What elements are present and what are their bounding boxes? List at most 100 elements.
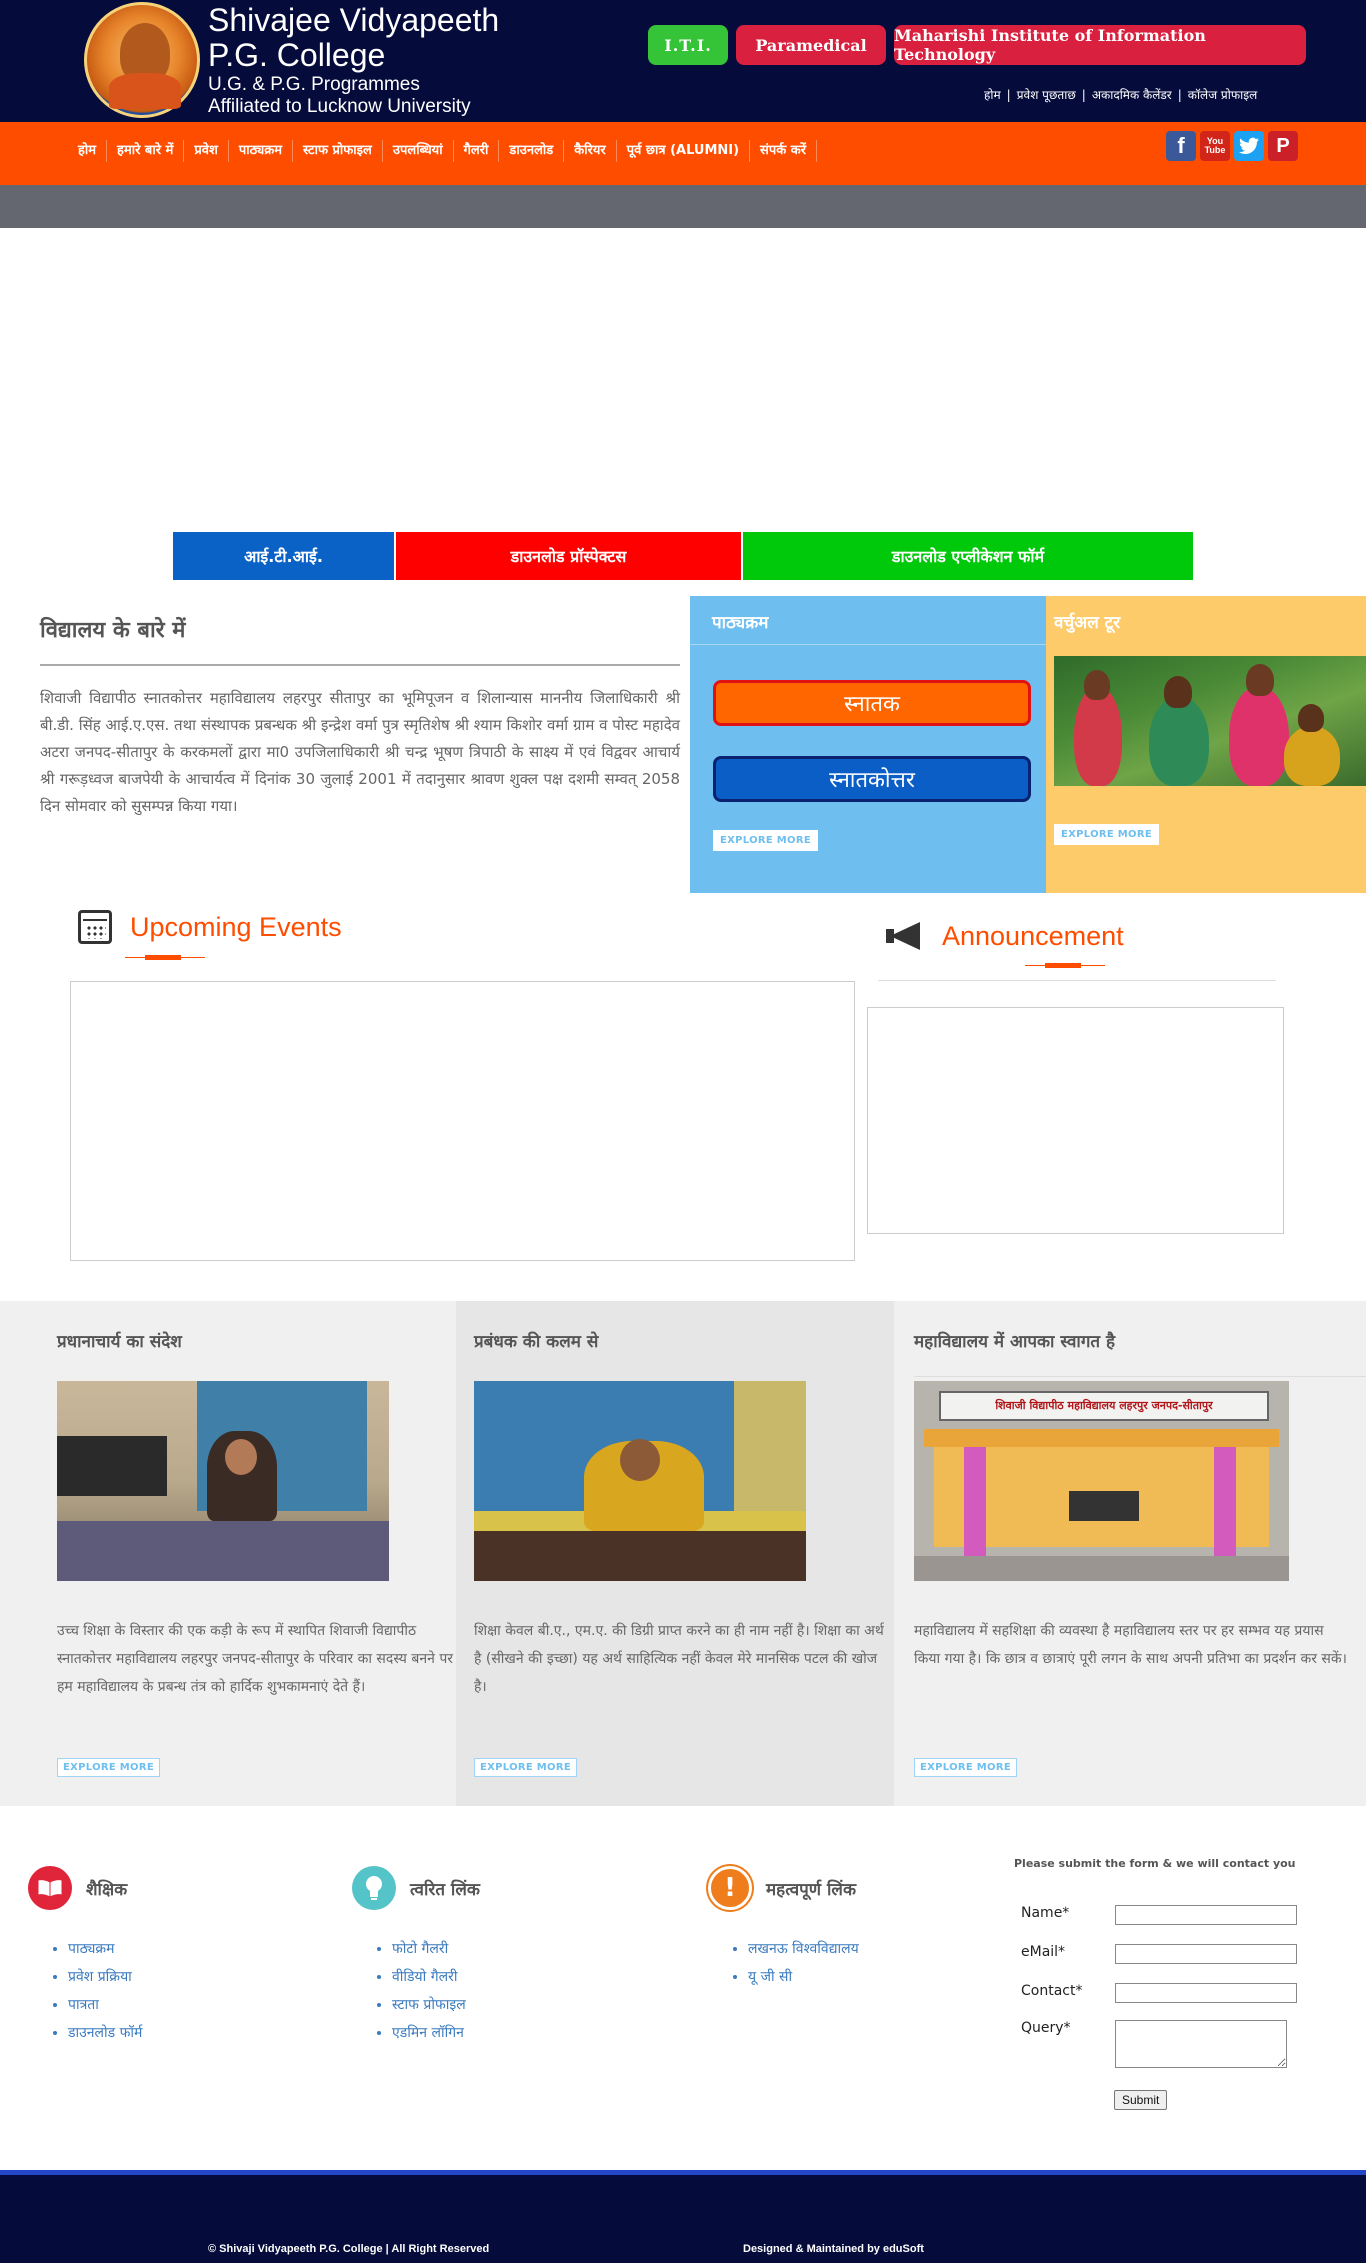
query-label: Query*	[1021, 2020, 1071, 2036]
important-links-title: महत्वपूर्ण लिंक	[766, 1879, 857, 1900]
footer-link-courses[interactable]: पाठ्यक्रम	[68, 1941, 115, 1957]
principal-explore-button[interactable]: EXPLORE MORE	[57, 1758, 160, 1777]
footer-link-ugc[interactable]: यू जी सी	[748, 1969, 792, 1985]
logo-line-4: Affiliated to Lucknow University	[208, 96, 471, 117]
logo-line-2: P.G. College	[208, 37, 386, 73]
iti-quick-button[interactable]: आई.टी.आई.	[173, 532, 394, 580]
college-seal-logo	[84, 2, 200, 118]
nav-item-staff-profile[interactable]: स्टाफ प्रोफाइल	[293, 140, 383, 162]
manager-message-title: प्रबंधक की कलम से	[474, 1332, 599, 1352]
name-field[interactable]	[1115, 1905, 1297, 1925]
nav-item-home[interactable]: होम	[68, 140, 108, 162]
building-sign: शिवाजी विद्यापीठ महाविद्यालय लहरपुर जनपद…	[939, 1391, 1269, 1421]
nav-item-admission[interactable]: प्रवेश	[184, 140, 229, 162]
announcement-box	[867, 1007, 1284, 1234]
pinterest-icon[interactable]: P	[1268, 131, 1298, 161]
exclamation-icon: !	[708, 1866, 752, 1910]
courses-title: पाठ्यक्रम	[690, 596, 1046, 645]
title-underline	[125, 955, 205, 960]
nav-item-contact[interactable]: संपर्क करें	[750, 140, 818, 162]
academic-links: शैक्षिक पाठ्यक्रम प्रवेश प्रक्रिया पात्र…	[28, 1866, 142, 2047]
footer-link-admin-login[interactable]: एडमिन लॉगिन	[392, 2025, 464, 2041]
youtube-icon[interactable]: You Tube	[1200, 131, 1230, 161]
manager-message: प्रबंधक की कलम से शिक्षा केवल बी.ए., एम.…	[456, 1301, 894, 1806]
footer-link-download-form[interactable]: डाउनलोड फॉर्म	[68, 2025, 142, 2041]
nav-item-alumni[interactable]: पूर्व छात्र (ALUMNI)	[617, 140, 751, 162]
college-building-photo: शिवाजी विद्यापीठ महाविद्यालय लहरपुर जनपद…	[914, 1381, 1289, 1581]
facebook-icon[interactable]: f	[1166, 131, 1196, 161]
footer-bar: © Shivaji Vidyapeeth P.G. College | All …	[0, 2170, 1366, 2263]
top-link-academic-calendar[interactable]: अकादमिक कैलेंडर	[1092, 86, 1172, 103]
megaphone-icon	[884, 918, 928, 954]
footer-link-video-gallery[interactable]: वीडियो गैलरी	[392, 1969, 457, 1985]
social-links: f You Tube P	[1166, 131, 1298, 161]
tour-image[interactable]	[1054, 656, 1366, 786]
nav-item-download[interactable]: डाउनलोड	[499, 140, 565, 162]
submit-button[interactable]: Submit	[1114, 2090, 1168, 2110]
courses-explore-button[interactable]: EXPLORE MORE	[713, 830, 818, 851]
nav-item-career[interactable]: कैरियर	[564, 140, 617, 162]
contact-field[interactable]	[1115, 1983, 1297, 2003]
form-note: Please submit the form & we will contact…	[1014, 1857, 1296, 1870]
divider	[878, 980, 1276, 981]
iti-button[interactable]: I.T.I.	[648, 25, 728, 65]
manager-explore-button[interactable]: EXPLORE MORE	[474, 1758, 577, 1777]
about-text: शिवाजी विद्यापीठ स्नातकोत्तर महाविद्यालय…	[40, 689, 680, 815]
nav-item-gallery[interactable]: गैलरी	[454, 140, 500, 162]
top-link-home[interactable]: होम	[984, 86, 1001, 103]
logo-line-3: U.G. & P.G. Programmes	[208, 74, 420, 95]
query-field[interactable]	[1115, 2020, 1287, 2068]
footer-link-admission-process[interactable]: प्रवेश प्रक्रिया	[68, 1969, 132, 1985]
events-title: Upcoming Events	[130, 911, 342, 942]
nav-item-achievements[interactable]: उपलब्धियां	[383, 140, 454, 162]
principal-message: प्रधानाचार्य का संदेश उच्च शिक्षा के विस…	[0, 1301, 456, 1806]
top-link-college-profile[interactable]: कॉलेज प्रोफाइल	[1188, 86, 1258, 103]
welcome-message-text: महाविद्यालय में सहशिक्षा की व्यवस्था है …	[914, 1623, 1347, 1667]
tour-explore-button[interactable]: EXPLORE MORE	[1054, 824, 1159, 845]
welcome-message: महाविद्यालय में आपका स्वागत है शिवाजी वि…	[894, 1301, 1366, 1806]
download-application-form-button[interactable]: डाउनलोड एप्लीकेशन फॉर्म	[743, 532, 1193, 580]
divider	[40, 664, 680, 666]
top-link-admission-enquiry[interactable]: प्रवेश पूछताछ	[1017, 86, 1076, 103]
twitter-icon[interactable]	[1234, 131, 1264, 161]
virtual-tour-panel: वर्चुअल टूर EXPLORE MORE	[1046, 596, 1366, 893]
footer-link-photo-gallery[interactable]: फोटो गैलरी	[392, 1941, 448, 1957]
announcement-header: Announcement	[884, 918, 1124, 954]
top-links: होम | प्रवेश पूछताछ | अकादमिक कैलेंडर | …	[984, 86, 1257, 103]
designer-credit: Designed & Maintained by eduSoft	[743, 2243, 924, 2255]
separator: |	[1177, 87, 1182, 102]
main-nav: होम हमारे बारे में प्रवेश पाठ्यक्रम स्टा…	[0, 122, 1366, 185]
quick-links-title: त्वरित लिंक	[410, 1879, 480, 1900]
calendar-icon	[78, 910, 112, 944]
manager-photo	[474, 1381, 806, 1581]
nav-item-about[interactable]: हमारे बारे में	[107, 140, 185, 162]
quick-buttons: आई.टी.आई. डाउनलोड प्रॉस्पेक्टस डाउनलोड ए…	[173, 532, 1193, 580]
download-prospectus-button[interactable]: डाउनलोड प्रॉस्पेक्टस	[396, 532, 741, 580]
site-logo[interactable]: Shivajee Vidyapeeth P.G. College U.G. & …	[84, 2, 499, 118]
postgraduate-button[interactable]: स्नातकोत्तर	[713, 756, 1031, 802]
principal-message-text: उच्च शिक्षा के विस्तार की एक कड़ी के रूप…	[57, 1623, 453, 1695]
quick-links: त्वरित लिंक फोटो गैलरी वीडियो गैलरी स्टा…	[352, 1866, 480, 2047]
important-links: ! महत्वपूर्ण लिंक लखनऊ विश्वविद्यालय यू …	[708, 1866, 859, 1991]
contact-form: Please submit the form & we will contact…	[1014, 1857, 1314, 2110]
courses-panel: पाठ्यक्रम स्नातक स्नातकोत्तर EXPLORE MOR…	[690, 596, 1046, 893]
footer-link-eligibility[interactable]: पात्रता	[68, 1997, 99, 2013]
paramedical-button[interactable]: Paramedical	[736, 25, 886, 65]
graduate-button[interactable]: स्नातक	[713, 680, 1031, 726]
nav-item-courses[interactable]: पाठ्यक्रम	[229, 140, 293, 162]
welcome-message-title: महाविद्यालय में आपका स्वागत है	[914, 1332, 1116, 1352]
events-box	[70, 981, 855, 1261]
footer-link-lucknow-university[interactable]: लखनऊ विश्वविद्यालय	[748, 1941, 859, 1957]
copyright-text: © Shivaji Vidyapeeth P.G. College | All …	[208, 2243, 490, 2255]
book-icon	[28, 1866, 72, 1910]
divider	[914, 1376, 1366, 1377]
tour-title: वर्चुअल टूर	[1054, 613, 1121, 633]
maharishi-institute-button[interactable]: Maharishi Institute of Information Techn…	[894, 25, 1306, 65]
separator: |	[1006, 87, 1011, 102]
title-underline	[1025, 963, 1105, 968]
principal-photo	[57, 1381, 389, 1581]
welcome-explore-button[interactable]: EXPLORE MORE	[914, 1758, 1017, 1777]
email-field[interactable]	[1115, 1944, 1297, 1964]
footer-link-staff-profile[interactable]: स्टाफ प्रोफाइल	[392, 1997, 466, 2013]
lightbulb-icon	[352, 1866, 396, 1910]
